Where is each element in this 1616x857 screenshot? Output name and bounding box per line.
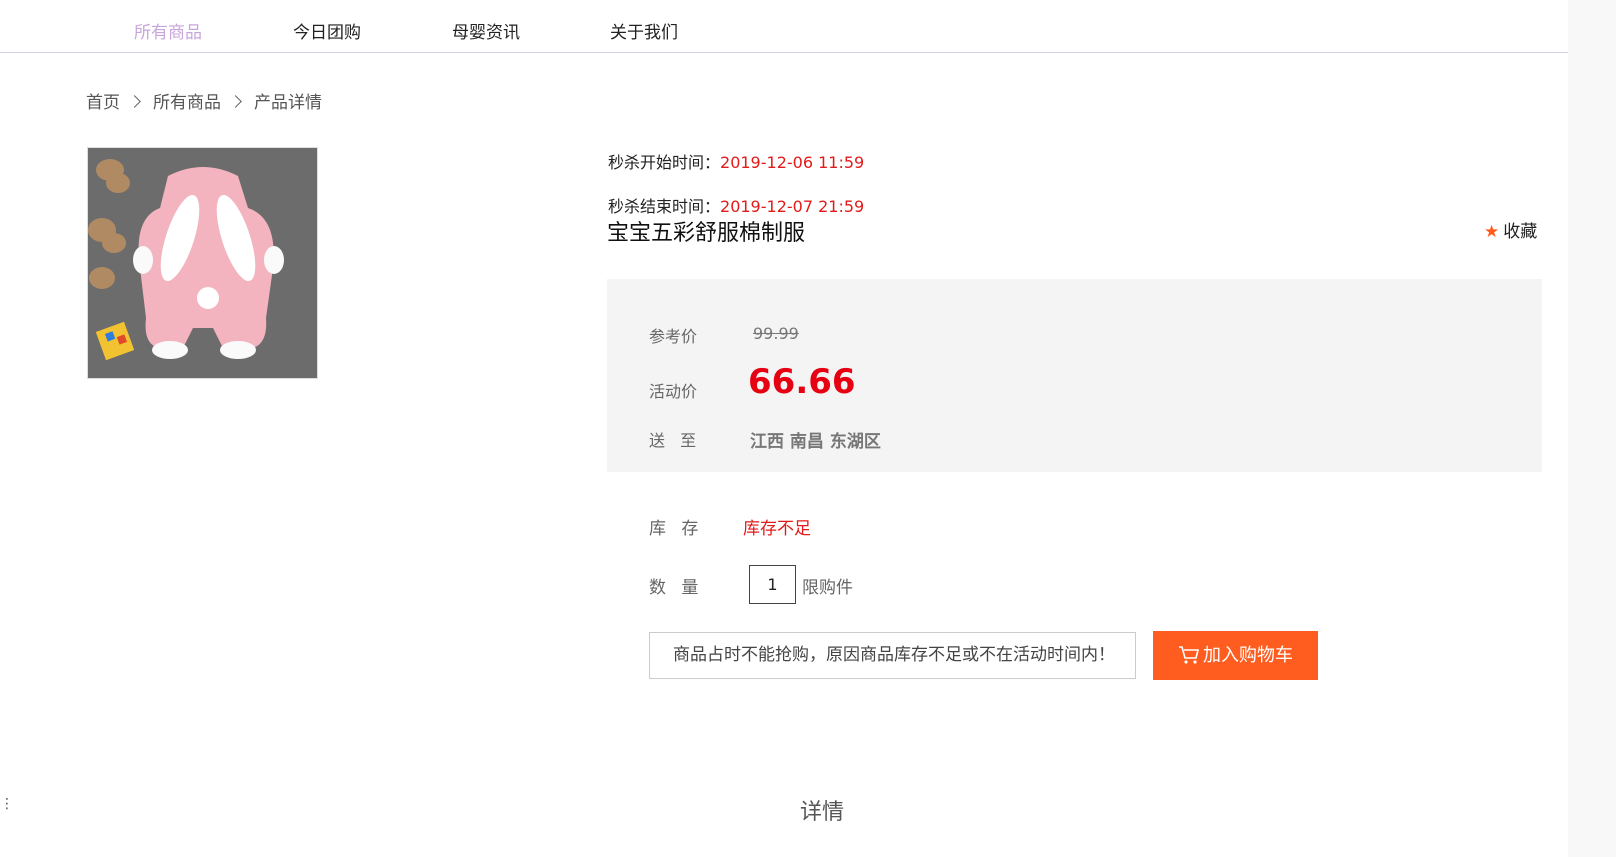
nav-item-about-us[interactable]: 关于我们 [610, 18, 678, 43]
ship-to-location[interactable]: 江西 南昌 东湖区 [750, 427, 881, 452]
star-icon: ★ [1484, 222, 1500, 242]
top-nav: 所有商品 今日团购 母婴资讯 关于我们 [0, 0, 1568, 53]
nav-item-group-buy[interactable]: 今日团购 [293, 18, 361, 43]
cart-icon [1179, 646, 1200, 664]
seckill-start-label: 秒杀开始时间： [608, 153, 721, 172]
product-image[interactable] [87, 147, 318, 379]
add-to-cart-button[interactable]: 加入购物车 [1153, 631, 1318, 680]
reference-price: 99.99 [753, 324, 799, 343]
breadcrumb-product-detail: 产品详情 [254, 93, 322, 113]
seckill-start-time: 秒杀开始时间：2019-12-06 11:59 [608, 149, 864, 173]
purchase-notice: 商品占时不能抢购，原因商品库存不足或不在活动时间内！ [649, 632, 1136, 679]
seckill-end-time: 秒杀结束时间：2019-12-07 21:59 [608, 193, 864, 217]
nav-item-baby-news[interactable]: 母婴资讯 [452, 18, 520, 43]
stock-status: 库存不足 [743, 519, 811, 539]
seckill-start-value: 2019-12-06 11:59 [720, 153, 865, 172]
favorite-button[interactable]: ★ 收藏 [1484, 217, 1537, 242]
seckill-end-value: 2019-12-07 21:59 [720, 197, 865, 216]
activity-price: 66.66 [748, 362, 856, 402]
add-to-cart-label: 加入购物车 [1203, 645, 1293, 666]
product-title: 宝宝五彩舒服棉制服 [607, 221, 806, 246]
reference-price-label: 参考价 [649, 327, 698, 346]
chevron-right-icon [128, 95, 141, 108]
purchase-limit: 限购件 [802, 578, 853, 598]
breadcrumb-all-products[interactable]: 所有商品 [153, 93, 221, 113]
seckill-end-label: 秒杀结束时间： [608, 197, 721, 216]
price-panel: 参考价 99.99 活动价 66.66 送 至 江西 南昌 东湖区 [607, 279, 1542, 472]
chevron-right-icon [229, 95, 242, 108]
ship-to-label: 送 至 [649, 431, 697, 450]
breadcrumb-home[interactable]: 首页 [86, 93, 120, 113]
scrollbar[interactable] [1568, 0, 1616, 857]
nav-item-all-products[interactable]: 所有商品 [134, 18, 202, 43]
side-marker: ⋮ [0, 796, 14, 812]
favorite-label: 收藏 [1503, 222, 1538, 242]
detail-heading[interactable]: 详情 [800, 794, 844, 826]
quantity-label: 数 量 [649, 578, 699, 598]
quantity-input[interactable]: 1 [749, 565, 796, 604]
breadcrumb: 首页 所有商品 产品详情 [86, 88, 322, 113]
baby-romper-image [88, 148, 317, 378]
stock-label: 库 存 [649, 519, 699, 539]
activity-price-label: 活动价 [649, 382, 698, 401]
